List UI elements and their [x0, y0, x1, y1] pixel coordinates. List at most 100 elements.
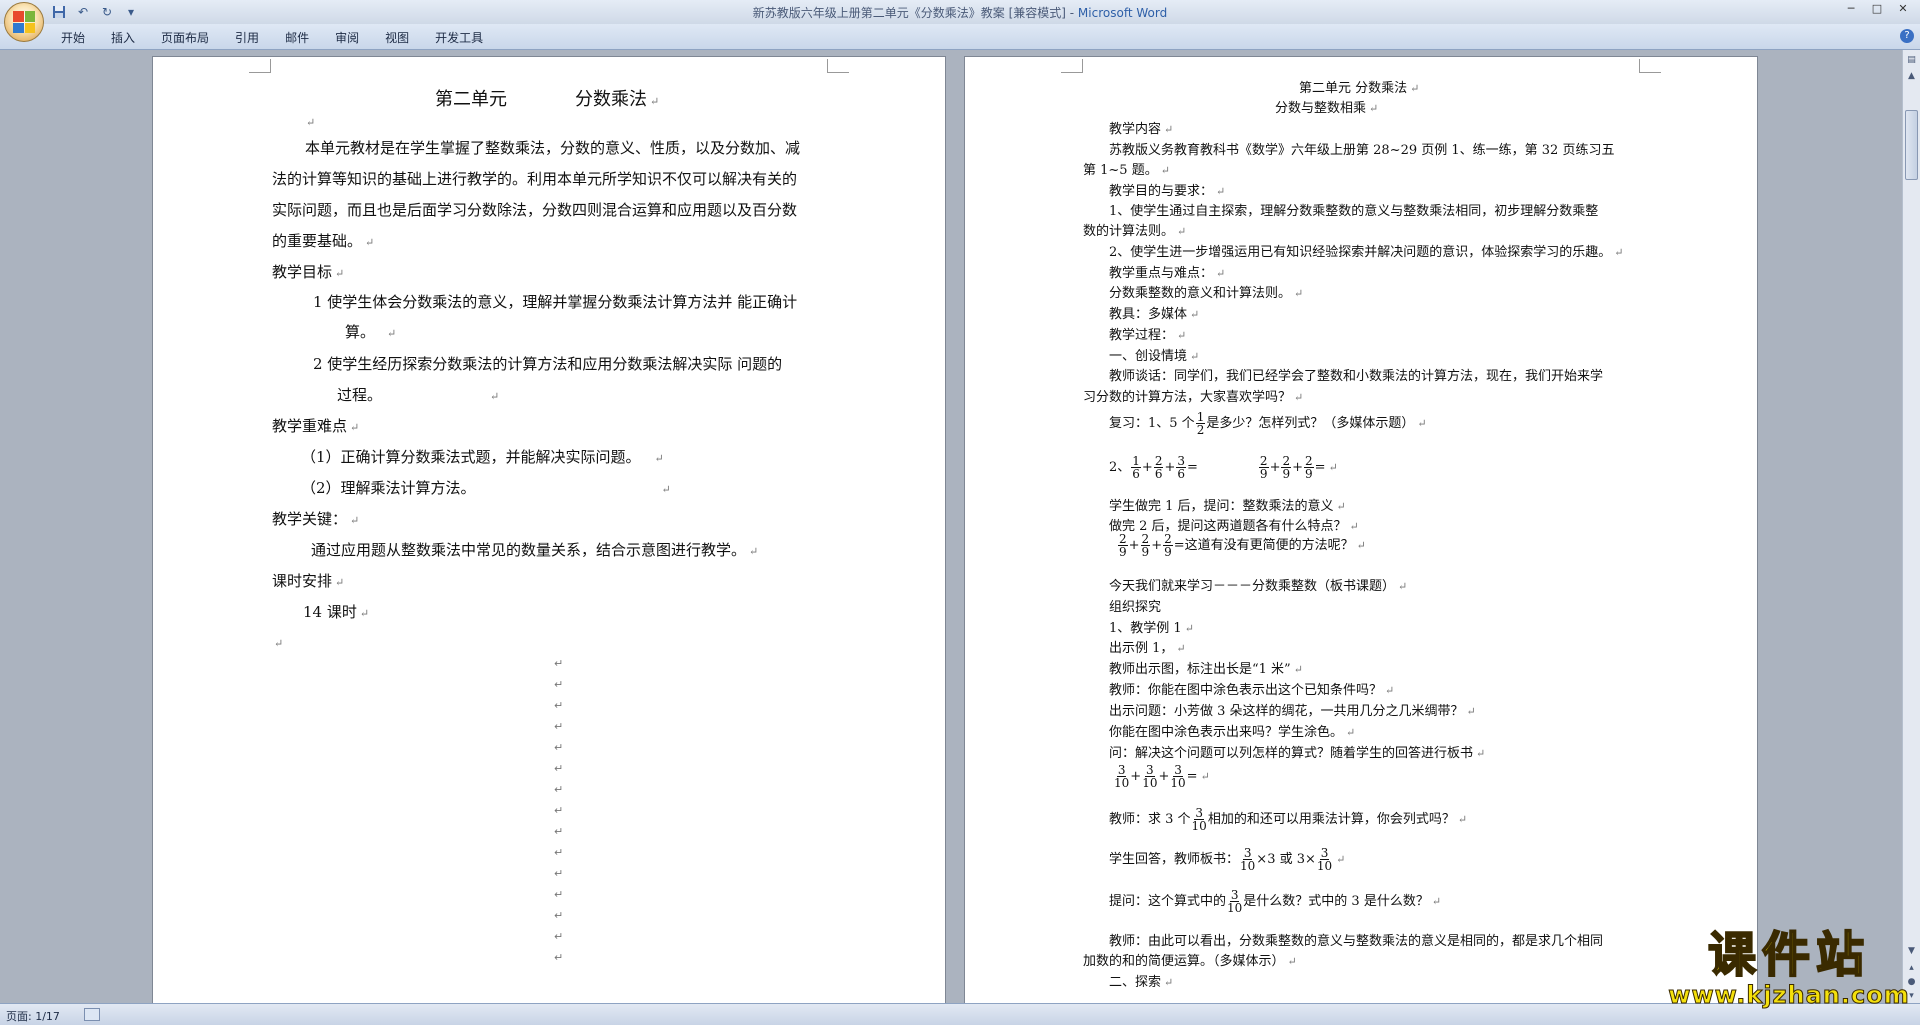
tab-view[interactable]: 视图 [372, 29, 422, 46]
review2-line: 2、 1 6 +2 6 +3 6 = 2 9 +2 9 +2 9 = ↵ [1109, 454, 1338, 481]
goal-item: 2 使学生经历探索分数乘法的计算方法和应用分数乘法解决实际 问题的 [313, 355, 783, 373]
paragraph-mark: ↵ [554, 657, 564, 670]
after1-line: 学生做完 1 后，提问：整数乘法的意义 ↵ [1109, 499, 1346, 514]
paragraph-mark: ↵ [554, 930, 564, 943]
paragraph-mark: ↵ [554, 720, 564, 733]
office-logo-icon [13, 11, 35, 33]
document-area[interactable]: 第二单元 分数乘法 ↵ ↵ 本单元教材是在学生掌握了整数乘法，分数的意义、性质，以及… [0, 50, 1902, 1003]
paragraph-mark: ↵ [554, 909, 564, 922]
paragraph-mark: ↵ [554, 888, 564, 901]
status-bar: 页面: 1/17 [0, 1003, 1920, 1025]
watermark-url: www.kjzhan.com [1668, 981, 1910, 1010]
process-heading: 教学过程： ↵ [1109, 328, 1187, 343]
minimize-button[interactable]: ─ [1838, 0, 1864, 20]
question-line: 教师：你能在图中涂色表示出这个已知条件吗？ ↵ [1109, 683, 1395, 698]
aim-line: 1、使学生通过自主探索，理解分数乘整数的意义与整数乘法相同，初步理解分数乘整 [1109, 204, 1599, 219]
intro-line: 法的计算等知识的基础上进行教学的。利用本单元所学知识不仅可以解决有关的 [272, 170, 798, 188]
tab-page-layout[interactable]: 页面布局 [148, 29, 222, 46]
ribbon-tabs: 开始 插入 页面布局 引用 邮件 审阅 视图 开发工具 [48, 29, 496, 46]
aim-heading: 教学目的与要求： ↵ [1109, 184, 1226, 199]
tab-home[interactable]: 开始 [48, 29, 98, 46]
tab-references[interactable]: 引用 [222, 29, 272, 46]
today-line: 今天我们就来学习－－－分数乘整数（板书课题） ↵ [1109, 579, 1408, 594]
margin-corner [249, 59, 271, 73]
key-item: （1）正确计算分数乘法式题，并能解决实际问题。 ↵ [301, 448, 664, 466]
schedule-text: 14 课时 ↵ [303, 603, 370, 621]
paragraph-mark: ↵ [274, 637, 284, 650]
key-item: （2）理解乘法计算方法。 ↵ [301, 479, 671, 497]
window-controls: ─ □ ✕ [1838, 0, 1916, 20]
help-icon[interactable]: ? [1900, 29, 1914, 43]
paragraph-mark: ↵ [554, 846, 564, 859]
document-title: 新苏教版六年级上册第二单元《分数乘法》教案 [兼容模式] - [752, 6, 1078, 20]
close-button[interactable]: ✕ [1890, 0, 1916, 20]
content-heading: 教学内容 ↵ [1109, 122, 1174, 137]
maximize-button[interactable]: □ [1864, 0, 1890, 20]
question-line: 出示问题：小芳做 3 朵这样的绸花，一共用几分之几米绸带？ ↵ [1109, 704, 1476, 719]
figure-line: 教师出示图，标注出长是“1 米” ↵ [1109, 662, 1303, 677]
site-watermark: 课件站 www.kjzhan.com [1664, 925, 1914, 1021]
paragraph-mark: ↵ [554, 678, 564, 691]
margin-corner [1061, 59, 1083, 73]
scroll-thumb[interactable] [1905, 110, 1918, 180]
margin-corner [827, 59, 849, 73]
scroll-up-icon[interactable]: ▲ [1905, 70, 1918, 83]
title-bar: ↶ ↻ ▾ 新苏教版六年级上册第二单元《分数乘法》教案 [兼容模式] - Mic… [0, 0, 1920, 42]
simpler-line: 2 9 +2 9 +2 9 =这道有没有更简便的方法呢？ ↵ [1118, 532, 1366, 559]
intro-line: 的重要基础。 ↵ [272, 232, 375, 250]
paragraph-mark: ↵ [554, 825, 564, 838]
paragraph-mark: ↵ [554, 699, 564, 712]
question-line: 你能在图中涂色表示出来吗？学生涂色。 ↵ [1109, 725, 1356, 740]
aim-line: 2、使学生进一步增强运用已有知识经验探索并解决问题的意识，体验探索学习的乐趣。 ↵ [1109, 245, 1624, 260]
aim-line: 数的计算法则。 ↵ [1083, 224, 1187, 239]
page1-title: 第二单元 分数乘法 ↵ [435, 89, 660, 110]
paragraph-mark: ↵ [554, 783, 564, 796]
paragraph-mark: ↵ [554, 804, 564, 817]
key-heading: 教学重难点 ↵ [272, 417, 360, 435]
example1-line: 1、教学例 1 ↵ [1109, 621, 1194, 636]
multiply-line: 教师：求 3 个 3 10 相加的和还可以用乘法计算，你会列式吗？ ↵ [1109, 806, 1468, 833]
section-heading: 一、创设情境 ↵ [1109, 349, 1200, 364]
paragraph-mark: ↵ [554, 762, 564, 775]
talk-line: 习分数的计算方法，大家喜欢学吗？ ↵ [1083, 390, 1304, 405]
answer-line: 学生回答，教师板书： 3 10 ×3 或 3× 3 10 ↵ [1109, 846, 1346, 873]
sum-formula: 3 10 +3 10 +3 10 = ↵ [1114, 763, 1210, 790]
goal-item: 过程。 ↵ [337, 386, 500, 404]
tab-review[interactable]: 审阅 [322, 29, 372, 46]
tools-text: 教具：多媒体 ↵ [1109, 307, 1200, 322]
content-line: 第 1~5 题。 ↵ [1083, 163, 1170, 178]
fraction: 12 [1195, 410, 1206, 437]
content-line: 苏教版义务教育教科书《数学》六年级上册第 28~29 页例 1、练一练，第 32… [1109, 143, 1615, 158]
office-button[interactable] [4, 2, 44, 42]
tab-mailings[interactable]: 邮件 [272, 29, 322, 46]
crux-text: 通过应用题从整数乘法中常见的数量关系，结合示意图进行教学。 ↵ [311, 541, 759, 559]
explore-line: 组织探究 [1109, 600, 1162, 615]
paragraph-mark: ↵ [554, 741, 564, 754]
goal-heading: 教学目标 ↵ [272, 263, 345, 281]
question-line: 问：解决这个问题可以列怎样的算式？随着学生的回答进行板书 ↵ [1109, 746, 1486, 761]
intro-line: 本单元教材是在学生掌握了整数乘法，分数的意义、性质，以及分数加、减 [305, 139, 801, 157]
schedule-heading: 课时安排 ↵ [272, 572, 345, 590]
page-2[interactable]: 第二单元 分数乘法 ↵ 分数与整数相乘 ↵ 教学内容 ↵ 苏教版义务教育教科书《数学》… [964, 56, 1758, 1003]
focus-text: 分数乘整数的意义和计算法则。 ↵ [1109, 286, 1304, 301]
crux-heading: 教学关键： ↵ [272, 510, 360, 528]
goal-item: 1 使学生体会分数乘法的意义，理解并掌握分数乘法计算方法并 能正确计 [313, 293, 798, 311]
paragraph-mark: ↵ [554, 867, 564, 880]
window-title: 新苏教版六年级上册第二单元《分数乘法》教案 [兼容模式] - Microsoft… [0, 4, 1920, 21]
intro-line: 实际问题，而且也是后面学习分数除法，分数四则混合运算和应用题以及百分数 [272, 201, 798, 219]
ask-line: 提问：这个算式中的 3 10 是什么数？式中的 3 是什么数？ ↵ [1109, 888, 1442, 915]
section-heading: 二、探索 ↵ [1109, 975, 1174, 990]
app-name: Microsoft Word [1077, 6, 1168, 20]
vertical-scrollbar[interactable]: ▤ ▲ ▼ ▴ ● ▾ [1902, 50, 1920, 1003]
proofing-icon[interactable] [84, 1008, 100, 1021]
margin-corner [1639, 59, 1661, 73]
paragraph-mark: ↵ [554, 951, 564, 964]
page-count[interactable]: 页面: 1/17 [6, 1008, 60, 1024]
page2-subtitle: 分数与整数相乘 ↵ [1275, 101, 1379, 116]
tab-developer[interactable]: 开发工具 [422, 29, 496, 46]
talk-line: 教师谈话：同学们，我们已经学会了整数和小数乘法的计算方法，现在，我们开始来学 [1109, 369, 1604, 384]
tab-insert[interactable]: 插入 [98, 29, 148, 46]
focus-heading: 教学重点与难点： ↵ [1109, 266, 1226, 281]
page-1[interactable]: 第二单元 分数乘法 ↵ ↵ 本单元教材是在学生掌握了整数乘法，分数的意义、性质，以及… [152, 56, 946, 1003]
ruler-toggle-icon[interactable]: ▤ [1905, 54, 1918, 67]
